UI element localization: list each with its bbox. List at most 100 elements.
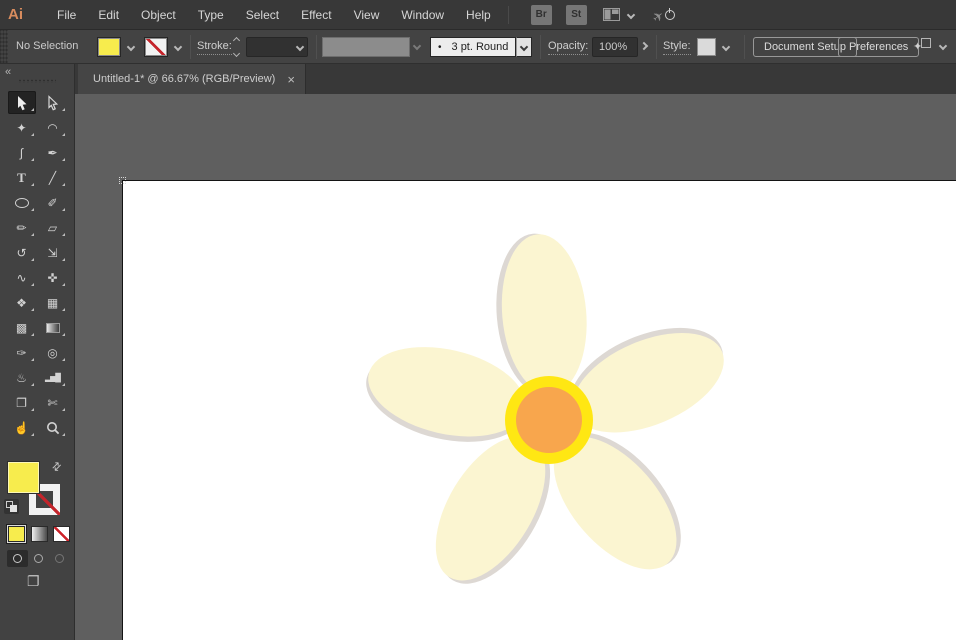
- screen-mode-icon[interactable]: ❐: [27, 573, 40, 590]
- opacity-value: 100%: [599, 41, 627, 53]
- drawing-mode-buttons: [0, 550, 75, 567]
- menu-file[interactable]: File: [46, 0, 87, 30]
- chevron-down-icon: [127, 43, 135, 51]
- column-graph-tool[interactable]: ▂▅█: [39, 366, 67, 389]
- ellipse-tool[interactable]: [8, 191, 36, 214]
- workspace-switcher[interactable]: [603, 8, 634, 21]
- stroke-weight-stepper[interactable]: [231, 38, 242, 56]
- draw-normal-button[interactable]: [7, 550, 28, 567]
- opacity-field[interactable]: 100%: [592, 37, 638, 57]
- style-label[interactable]: Style:: [663, 30, 691, 63]
- menu-window[interactable]: Window: [390, 0, 455, 30]
- hand-tool[interactable]: ☝: [8, 416, 36, 439]
- separator: [540, 35, 541, 59]
- bridge-button[interactable]: Br: [531, 5, 552, 25]
- swap-fill-stroke-icon[interactable]: ⇄: [49, 459, 65, 475]
- symbol-sprayer-tool[interactable]: ♨: [8, 366, 36, 389]
- selection-tool[interactable]: [8, 91, 36, 114]
- separator: [744, 35, 745, 59]
- gradient-button[interactable]: [31, 526, 48, 542]
- scale-tool[interactable]: ⇲: [39, 241, 67, 264]
- stroke-color-dropdown[interactable]: [171, 37, 185, 57]
- step-up-icon: [233, 37, 240, 44]
- curvature-tool[interactable]: ∫: [8, 141, 36, 164]
- chevron-down-icon: [626, 10, 634, 18]
- menu-select[interactable]: Select: [235, 0, 290, 30]
- menu-type[interactable]: Type: [187, 0, 235, 30]
- selection-status: No Selection: [16, 30, 78, 63]
- fill-proxy[interactable]: [8, 462, 39, 493]
- zoom-tool[interactable]: [39, 416, 67, 439]
- close-tab-icon[interactable]: ×: [287, 73, 295, 86]
- menu-view[interactable]: View: [343, 0, 391, 30]
- collapse-panel-button[interactable]: «: [5, 66, 10, 78]
- menu-object[interactable]: Object: [130, 0, 187, 30]
- none-button[interactable]: [53, 526, 70, 542]
- perspective-grid-tool[interactable]: ▦: [39, 291, 67, 314]
- chevron-down-icon: [296, 43, 304, 51]
- opacity-label[interactable]: Opacity:: [548, 30, 588, 63]
- illustrator-logo: Ai: [8, 6, 34, 23]
- stroke-label[interactable]: Stroke:: [197, 30, 232, 63]
- pen-tool[interactable]: ✒: [39, 141, 67, 164]
- graphic-style-swatch[interactable]: [697, 38, 716, 56]
- draw-normal-icon: [13, 554, 22, 563]
- type-tool[interactable]: T: [8, 166, 36, 189]
- illustrator-window: { "app_bar": { "logo": "Ai", "menus": ["…: [0, 0, 956, 640]
- draw-inside-button[interactable]: [49, 550, 70, 567]
- stroke-weight-dropdown[interactable]: [246, 37, 308, 57]
- brush-definition-dropdown[interactable]: • 3 pt. Round: [430, 37, 516, 57]
- lasso-tool[interactable]: ◠: [39, 116, 67, 139]
- stock-button[interactable]: St: [566, 5, 587, 25]
- line-segment-tool[interactable]: ╱: [39, 166, 67, 189]
- artboard[interactable]: [122, 180, 956, 640]
- color-button[interactable]: [8, 526, 25, 542]
- shaper-tool[interactable]: ✏: [8, 216, 36, 239]
- menu-effect[interactable]: Effect: [290, 0, 342, 30]
- chevron-down-icon[interactable]: [939, 42, 947, 50]
- paintbrush-tool[interactable]: ✐: [39, 191, 67, 214]
- magic-wand-tool[interactable]: ✦: [8, 116, 36, 139]
- gradient-icon: [46, 323, 60, 333]
- ellipse-icon: [15, 198, 29, 208]
- fill-color-swatch[interactable]: [97, 37, 121, 57]
- fill-color-dropdown[interactable]: [124, 37, 138, 57]
- puppet-warp-tool[interactable]: ✜: [39, 266, 67, 289]
- eyedropper-tool[interactable]: ✑: [8, 341, 36, 364]
- direct-selection-tool[interactable]: [39, 91, 67, 114]
- menu-edit[interactable]: Edit: [87, 0, 130, 30]
- eraser-tool[interactable]: ▱: [39, 216, 67, 239]
- document-tab[interactable]: Untitled-1* @ 66.67% (RGB/Preview) ×: [78, 64, 306, 94]
- panel-drag-grip[interactable]: [18, 79, 56, 83]
- magnifier-icon: [46, 421, 60, 435]
- flower-center[interactable]: [516, 387, 582, 453]
- control-bar: No Selection Stroke: • 3 pt. Round Opaci…: [0, 30, 956, 64]
- brush-name: 3 pt. Round: [452, 41, 509, 53]
- style-dropdown[interactable]: [719, 37, 733, 57]
- control-bar-grip[interactable]: [0, 30, 8, 64]
- shape-builder-tool[interactable]: ❖: [8, 291, 36, 314]
- gradient-tool[interactable]: [39, 316, 67, 339]
- draw-inside-icon: [55, 554, 64, 563]
- artboard-tool[interactable]: ❐: [8, 391, 36, 414]
- brush-preview-dot: •: [438, 42, 442, 53]
- gpu-performance-icon[interactable]: ✈: [652, 5, 676, 25]
- blend-tool[interactable]: ◎: [39, 341, 67, 364]
- chevron-down-icon: [174, 43, 182, 51]
- pasteboard[interactable]: [75, 94, 956, 640]
- chevron-right-icon[interactable]: [640, 42, 648, 50]
- document-tab-bar: Untitled-1* @ 66.67% (RGB/Preview) ×: [75, 64, 956, 94]
- mesh-tool[interactable]: ▩: [8, 316, 36, 339]
- menubar-separator: [508, 6, 509, 24]
- stroke-color-swatch[interactable]: [144, 37, 168, 57]
- slice-tool[interactable]: ✄: [39, 391, 67, 414]
- draw-behind-button[interactable]: [28, 550, 49, 567]
- tools-grid: ✦ ◠ ∫ ✒ T ╱ ✐ ✏ ▱ ↺ ⇲ ∿ ✜ ❖ ▦ ▩ ✑ ◎ ♨ ▂▅…: [6, 90, 69, 440]
- width-tool[interactable]: ∿: [8, 266, 36, 289]
- menu-help[interactable]: Help: [455, 0, 502, 30]
- rotate-tool[interactable]: ↺: [8, 241, 36, 264]
- select-similar-icon[interactable]: ✦: [915, 38, 935, 56]
- default-fill-stroke-icon[interactable]: [4, 499, 19, 514]
- brush-dropdown-button[interactable]: [516, 37, 532, 57]
- preferences-button[interactable]: Preferences: [838, 37, 919, 57]
